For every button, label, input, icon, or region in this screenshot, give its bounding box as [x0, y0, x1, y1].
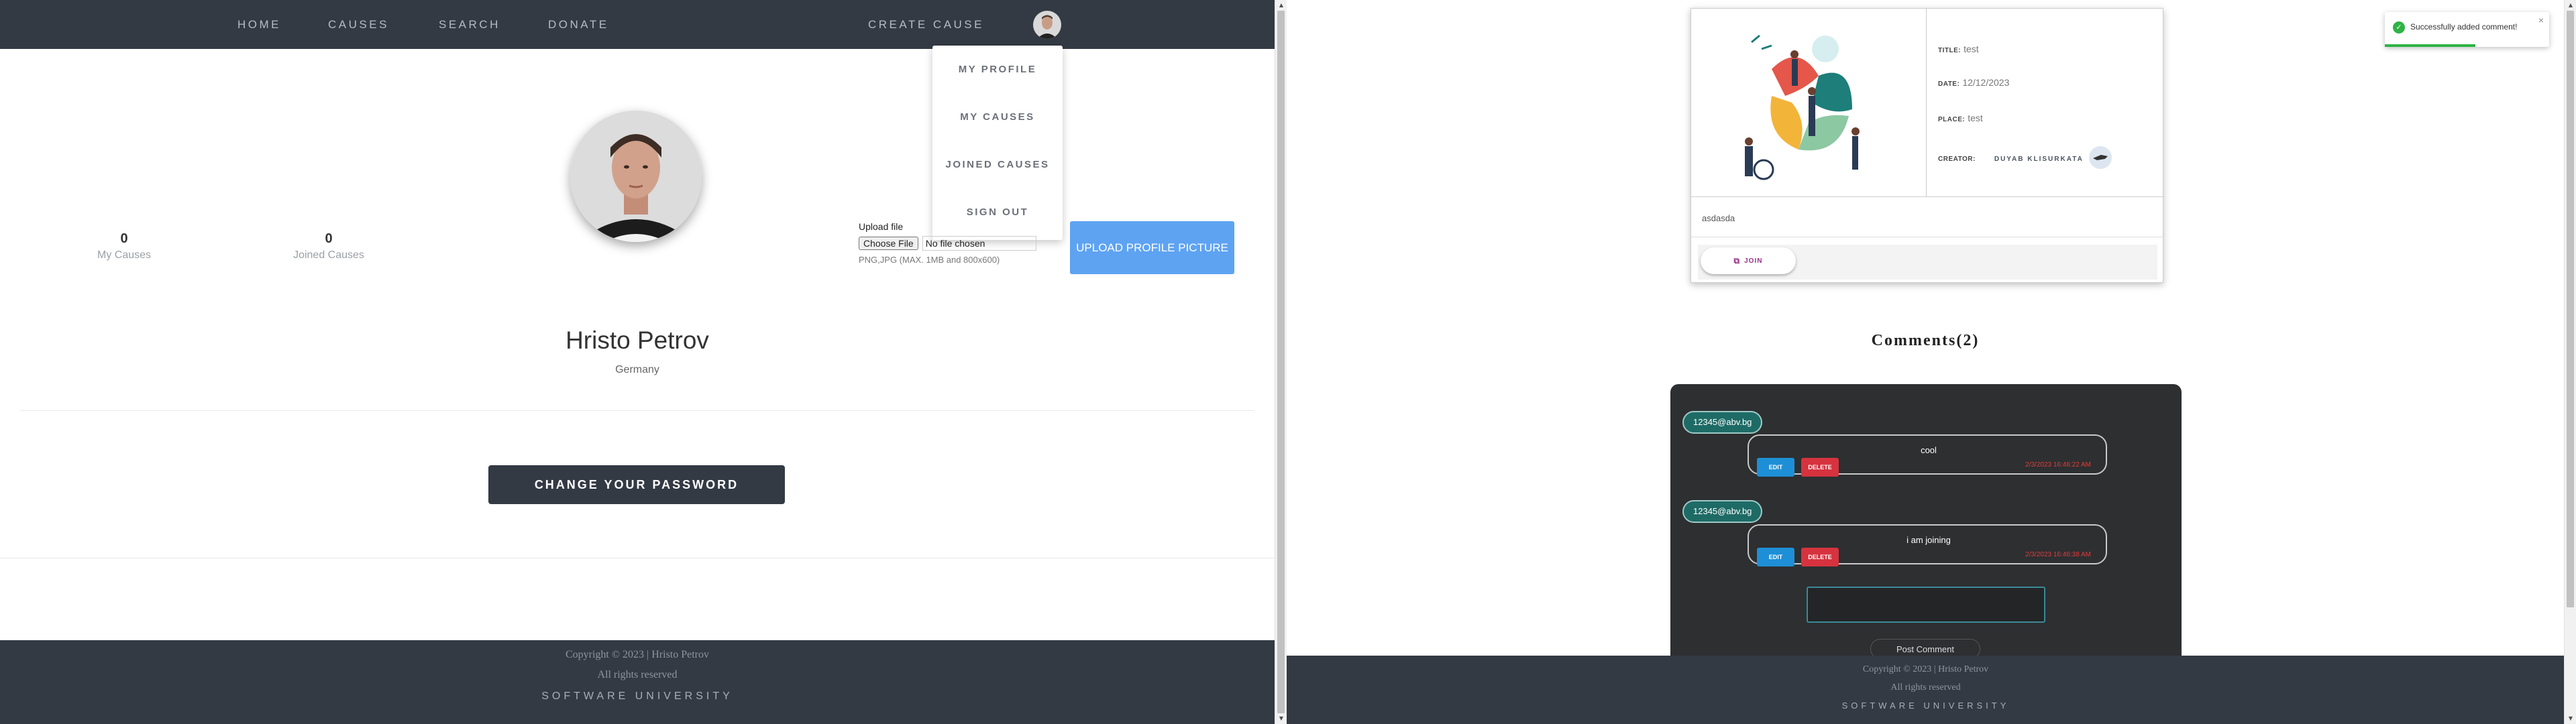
close-icon[interactable]: × [2538, 15, 2544, 25]
scroll-down-arrow-icon[interactable]: ▼ [1275, 713, 1287, 724]
stat-count: 0 [325, 231, 333, 246]
cause-date: DATE: 12/12/2023 [1938, 77, 2009, 88]
comment-input[interactable] [1807, 587, 2045, 623]
stat-count: 0 [120, 231, 128, 246]
footer-copyright: Copyright © 2023 | Hristo Petrov [565, 649, 710, 660]
join-button[interactable]: ⧉ JOIN [1701, 247, 1796, 274]
cause-place: PLACE: test [1938, 113, 1983, 123]
file-input[interactable]: Choose File No file chosen [859, 236, 1036, 251]
profile-picture [570, 111, 702, 242]
comment-text: cool [1921, 445, 1937, 455]
comment-date: 2/3/2023 16:46:38 AM [2025, 551, 2091, 558]
nav-causes[interactable]: CAUSES [328, 0, 389, 49]
divider [1691, 196, 2164, 197]
place-value: test [1968, 113, 1983, 123]
scroll-thumb[interactable] [2567, 11, 2574, 607]
creator-name: DUYAB KLISURKATA [1994, 155, 2084, 163]
stat-joined-causes: 0 Joined Causes [275, 231, 382, 261]
profile-name: Hristo Petrov [566, 326, 709, 354]
user-avatar[interactable] [1033, 11, 1061, 39]
delete-comment-button[interactable]: DELETE [1801, 458, 1839, 477]
stat-label: Joined Causes [293, 249, 364, 261]
footer-org: SOFTWARE UNIVERSITY [1841, 701, 2010, 711]
toast-message: Successfully added comment! [2410, 22, 2518, 32]
right-scrollbar[interactable]: ▲ ▼ [2564, 0, 2576, 724]
comment-author: 12345@abv.bg [1682, 500, 1763, 523]
cause-card: TITLE: test DATE: 12/12/2023 PLACE: test CR… [1690, 8, 2164, 283]
join-row: ⧉ JOIN [1698, 245, 2157, 280]
footer-rights: All rights reserved [1890, 682, 1961, 692]
toast-progress-bar [2385, 44, 2475, 47]
profile-country: Germany [615, 364, 659, 375]
footer: Copyright © 2023 | Hristo Petrov All rig… [1287, 656, 2565, 724]
file-name: No file chosen [922, 236, 1036, 251]
upload-form: Upload file Choose File No file chosen P… [859, 221, 1036, 265]
comments-title: Comments(2) [1871, 332, 1980, 349]
cause-description: asdasda [1702, 213, 1735, 223]
date-label: DATE: [1938, 80, 1960, 88]
title-label: TITLE: [1938, 47, 1962, 54]
stat-my-causes: 0 My Causes [70, 231, 178, 261]
nav-home[interactable]: HOME [237, 0, 281, 49]
scroll-up-arrow-icon[interactable]: ▲ [1275, 0, 1287, 11]
upload-profile-picture-button[interactable]: UPLOAD PROFILE PICTURE [1070, 221, 1234, 274]
profile-page: HOME CAUSES SEARCH DONATE CREATE CAUSE M… [0, 0, 1275, 724]
comment-date: 2/3/2023 16:46:22 AM [2025, 461, 2091, 469]
menu-item-my-causes[interactable]: MY CAUSES [932, 93, 1063, 141]
delete-comment-button[interactable]: DELETE [1801, 548, 1839, 566]
menu-item-joined-causes[interactable]: JOINED CAUSES [932, 141, 1063, 188]
cause-illustration [1725, 22, 1892, 190]
date-value: 12/12/2023 [1962, 77, 2010, 88]
comment-text: i am joining [1907, 535, 1951, 545]
footer-copyright: Copyright © 2023 | Hristo Petrov [1862, 664, 1989, 674]
divider [1926, 9, 1927, 196]
check-circle-icon: ✓ [2393, 21, 2405, 34]
creator-label: CREATOR: [1938, 155, 1976, 163]
profile-dropdown-menu: MY PROFILE MY CAUSES JOINED CAUSES SIGN … [932, 46, 1063, 240]
choose-file-button[interactable]: Choose File [859, 237, 918, 250]
comment-author: 12345@abv.bg [1682, 411, 1763, 434]
edit-comment-button[interactable]: EDIT [1757, 458, 1794, 477]
menu-item-my-profile[interactable]: MY PROFILE [932, 46, 1063, 93]
scroll-thumb[interactable] [1277, 11, 1285, 713]
comment-item: cool EDIT DELETE 2/3/2023 16:46:22 AM [1748, 434, 2107, 477]
scroll-up-arrow-icon[interactable]: ▲ [2565, 0, 2576, 11]
upload-hint: PNG,JPG (MAX. 1MB and 800x600) [859, 255, 1000, 265]
creator-avatar [2088, 146, 2112, 169]
footer-rights: All rights reserved [597, 669, 678, 680]
footer: Copyright © 2023 | Hristo Petrov All rig… [0, 640, 1275, 724]
title-value: test [1964, 44, 1979, 54]
upload-label: Upload file [859, 221, 904, 232]
left-scrollbar[interactable]: ▲ ▼ [1275, 0, 1287, 724]
scroll-down-arrow-icon[interactable]: ▼ [2565, 713, 2576, 724]
success-toast: ✓ Successfully added comment! × [2385, 12, 2549, 47]
nav-donate[interactable]: DONATE [548, 0, 609, 49]
navbar: HOME CAUSES SEARCH DONATE CREATE CAUSE [0, 0, 1275, 49]
nav-search[interactable]: SEARCH [439, 0, 500, 49]
divider [20, 410, 1254, 411]
cause-title: TITLE: test [1938, 44, 1979, 54]
join-label: JOIN [1744, 257, 1763, 265]
nav-create-cause[interactable]: CREATE CAUSE [868, 0, 984, 49]
edit-comment-button[interactable]: EDIT [1757, 548, 1794, 566]
cause-creator: CREATOR: DUYAB KLISURKATA [1938, 146, 2112, 170]
comment-item: i am joining EDIT DELETE 2/3/2023 16:46:… [1748, 524, 2107, 566]
footer-org: SOFTWARE UNIVERSITY [541, 690, 733, 702]
stat-label: My Causes [97, 249, 152, 261]
external-link-icon: ⧉ [1733, 255, 1741, 265]
place-label: PLACE: [1938, 116, 1966, 123]
change-password-button[interactable]: CHANGE YOUR PASSWORD [488, 465, 785, 504]
